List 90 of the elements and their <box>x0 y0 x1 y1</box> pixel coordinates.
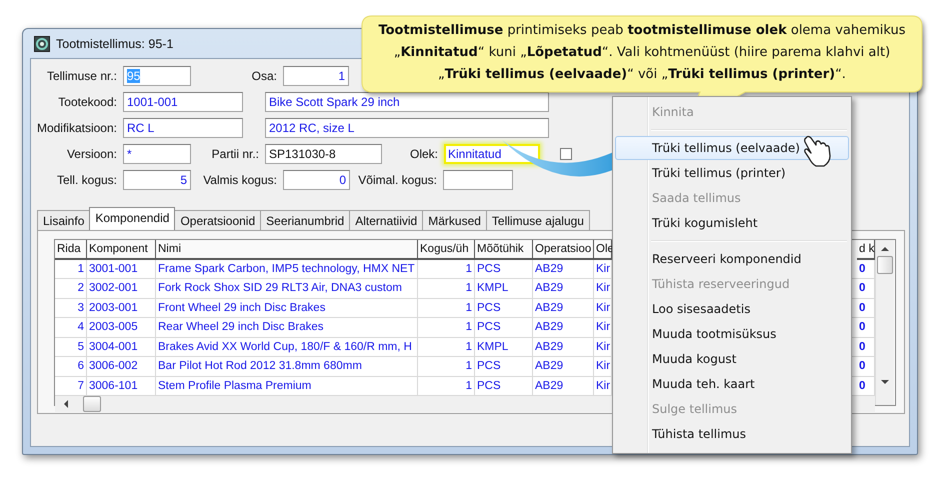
table-cell: 1 <box>418 338 475 357</box>
table-cell: 3 <box>55 298 87 318</box>
tab[interactable]: Komponendid <box>89 207 176 230</box>
column-header[interactable]: Operatsioo <box>533 240 594 260</box>
window-title: Tootmistellimus: 95-1 <box>56 36 174 50</box>
table-cell: 6 <box>55 357 87 376</box>
table-cell: AB29 <box>533 318 594 338</box>
column-header[interactable]: Komponent <box>87 240 156 260</box>
table-cell: 2003-001 <box>87 298 156 318</box>
table-cell: AB29 <box>533 298 594 318</box>
input-field[interactable]: 1001-001 <box>123 92 243 112</box>
table-cell: 1 <box>418 318 475 338</box>
scroll-down-icon[interactable] <box>881 379 889 385</box>
field-label: Tootekood: <box>58 95 117 109</box>
table-cell: PCS <box>475 260 533 279</box>
field-label: Modifikatsioon: <box>36 121 117 135</box>
field-label: Partii nr.: <box>212 147 259 161</box>
field-label: Osa: <box>252 69 277 83</box>
column-header[interactable]: Kogus/üh <box>418 240 475 260</box>
table-cell: 4 <box>55 318 87 338</box>
column-header[interactable]: Rida <box>55 240 87 260</box>
table-cell: PCS <box>475 357 533 376</box>
input-field[interactable]: 1 <box>283 66 349 86</box>
table-cell: PCS <box>475 298 533 318</box>
field-label: Valmis kogus: <box>203 173 277 187</box>
tab[interactable]: Lisainfo <box>37 210 90 230</box>
hand-cursor-icon <box>802 134 832 168</box>
checkbox[interactable] <box>560 148 572 160</box>
input-field[interactable]: 2012 RC, size L <box>265 118 549 138</box>
table-cell: 3006-002 <box>87 357 156 376</box>
table-cell: AB29 <box>533 357 594 376</box>
table-cell: KMPL <box>475 279 533 298</box>
menu-item[interactable]: Trüki kogumisleht <box>615 211 849 235</box>
menu-item[interactable]: Trüki tellimus (eelvaade) <box>615 136 849 160</box>
callout-text: Tootmistellimuse printimiseks peab tootmistellimuse olek olema vahemikus „Kinnitatud“ kuni „Lõpetatud“. Vali kohtmenüüst (hiire parema klahvi alt) „Trüki tellimus (eelvaade)“ või „Trüki tellimus (printer)“. <box>377 22 907 84</box>
table-cell: KMPL <box>475 338 533 357</box>
input-field[interactable]: 0 <box>283 170 350 190</box>
menu-item[interactable]: Muuda teh. kaart <box>615 372 849 396</box>
input-field[interactable]: * <box>123 144 191 164</box>
scroll-thumb[interactable] <box>83 396 101 412</box>
input-field[interactable] <box>443 170 513 190</box>
menu-item[interactable]: Trüki tellimus (printer) <box>615 161 849 185</box>
input-field[interactable]: Bike Scott Spark 29 inch <box>265 92 549 112</box>
table-cell: 1 <box>418 279 475 298</box>
scroll-thumb[interactable] <box>877 256 893 274</box>
table-cell: 1 <box>418 260 475 279</box>
table-cell: Frame Spark Carbon, IMP5 technology, HMX NET <box>156 260 418 279</box>
table-cell: 2 <box>55 279 87 298</box>
table-cell: 2003-005 <box>87 318 156 338</box>
menu-item[interactable]: Tühista tellimus <box>615 422 849 446</box>
column-header[interactable]: Mõõtühik <box>475 240 533 260</box>
menu-item[interactable]: Muuda tootmisüksus <box>615 322 849 346</box>
table-cell: AB29 <box>533 338 594 357</box>
menu-item[interactable]: Loo sisesaadetis <box>615 297 849 321</box>
table-cell: AB29 <box>533 260 594 279</box>
table-cell: 5 <box>55 338 87 357</box>
menu-item[interactable]: Muuda kogust <box>615 347 849 371</box>
scroll-left-icon[interactable] <box>63 400 69 408</box>
scroll-up-icon[interactable] <box>881 246 889 252</box>
input-field[interactable]: Kinnitatud <box>444 144 540 164</box>
table-cell: 1 <box>55 260 87 279</box>
table-cell: 3004-001 <box>87 338 156 357</box>
tab[interactable]: Märkused <box>422 210 487 230</box>
table-cell: Front Wheel 29 inch Disc Brakes <box>156 298 418 318</box>
field-label: Võimal. kogus: <box>358 173 437 187</box>
input-field[interactable]: RC L <box>123 118 243 138</box>
table-cell: 3001-001 <box>87 260 156 279</box>
field-label: Tellimuse nr.: <box>46 69 117 83</box>
table-cell: Brakes Avid XX World Cup, 180/F & 160/R mm, H <box>156 338 418 357</box>
tab[interactable]: Tellimuse ajalugu <box>486 210 590 230</box>
tab[interactable]: Seerianumbrid <box>260 210 350 230</box>
field-label: Versioon: <box>66 147 117 161</box>
table-cell: Rear Wheel 29 inch Disc Brakes <box>156 318 418 338</box>
table-cell: 1 <box>418 298 475 318</box>
input-field[interactable]: 5 <box>123 170 191 190</box>
table-cell: 1 <box>418 357 475 376</box>
app-icon <box>34 36 50 52</box>
table-cell: Bar Pilot Hot Rod 2012 31.8mm 680mm <box>156 357 418 376</box>
vertical-scrollbar[interactable] <box>875 240 894 405</box>
table-cell: 3002-001 <box>87 279 156 298</box>
field-label: Tell. kogus: <box>56 173 117 187</box>
menu-item[interactable]: Reserveeri komponendid <box>615 247 849 271</box>
tab[interactable]: Operatsioonid <box>174 210 262 230</box>
column-header[interactable]: Nimi <box>156 240 418 260</box>
input-field[interactable]: SP131030-8 <box>265 144 382 164</box>
table-cell: AB29 <box>533 279 594 298</box>
field-label: Olek: <box>410 147 438 161</box>
table-cell: Fork Rock Shox SID 29 RLT3 Air, DNA3 custom <box>156 279 418 298</box>
table-cell: PCS <box>475 318 533 338</box>
tab[interactable]: Alternatiivid <box>349 210 424 230</box>
